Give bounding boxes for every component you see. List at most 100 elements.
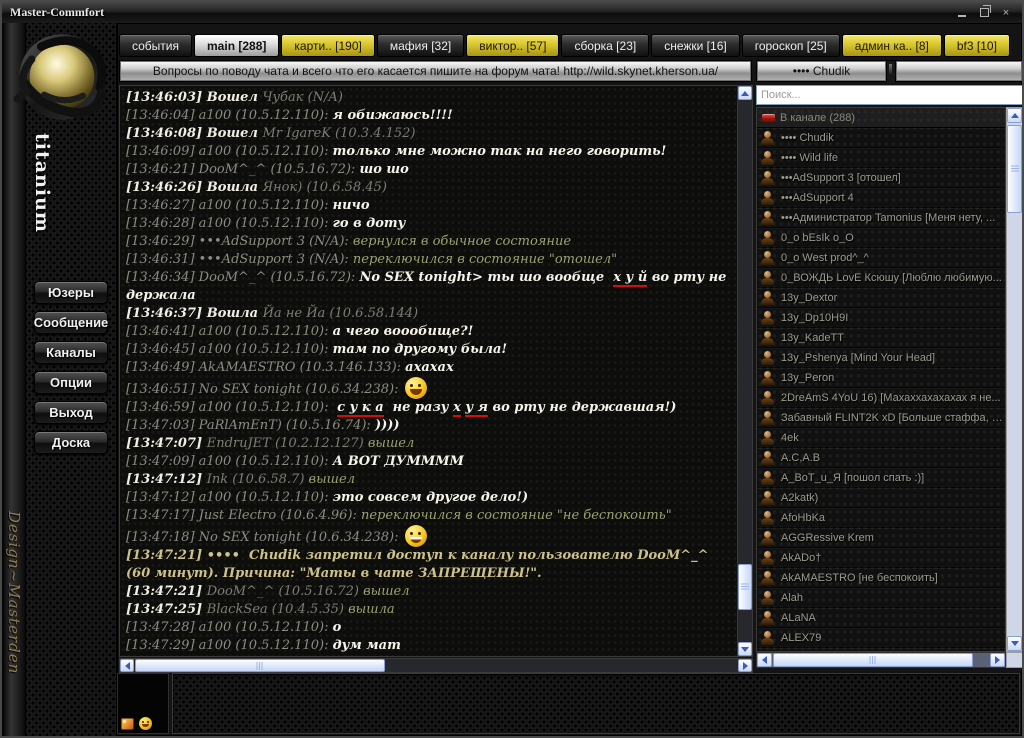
user-list-item[interactable]: 4ek xyxy=(757,428,1005,448)
minimize-icon xyxy=(958,15,966,17)
arrow-up-icon xyxy=(741,91,749,96)
avatar-bust-icon xyxy=(760,230,775,246)
user-list-item[interactable]: A.C,A.B xyxy=(757,448,1005,468)
app-window: Master-Commfort × Design~Masterden xyxy=(0,0,1024,738)
arrow-down-icon xyxy=(741,647,749,652)
chat-message: [13:46:34] DooM^_^ (10.5.16.72): No SEX … xyxy=(126,269,731,305)
chat-message: [13:47:28] a100 (10.5.12.110): о xyxy=(126,619,731,637)
sidebar-button[interactable]: Доска xyxy=(34,431,108,454)
scroll-down-button[interactable] xyxy=(738,642,752,656)
user-list-item[interactable]: ALEX79 xyxy=(757,628,1005,648)
user-list: •••• Chudik•••• Wild life•••AdSupport 3 … xyxy=(757,128,1005,652)
avatar-bust-icon xyxy=(760,550,775,566)
user-list-item[interactable]: •••AdSupport 3 [отошел] xyxy=(757,168,1005,188)
scroll-right-button[interactable] xyxy=(990,653,1005,667)
user-list-item[interactable]: 13y_Dextor xyxy=(757,288,1005,308)
chat-message: [13:47:21] •••• Chudik запретил доступ к… xyxy=(126,547,731,583)
scroll-left-button[interactable] xyxy=(120,659,134,672)
avatar-bust-icon xyxy=(760,410,775,426)
chat-message: [13:46:08] Вошел Mr IgareK (10.3.4.152) xyxy=(126,125,731,143)
image-button[interactable] xyxy=(121,718,134,730)
restore-button[interactable] xyxy=(976,6,992,20)
scroll-left-button[interactable] xyxy=(757,653,772,667)
user-list-item[interactable]: 13y_KadeTT xyxy=(757,328,1005,348)
minimize-button[interactable] xyxy=(954,6,970,20)
close-button[interactable]: × xyxy=(998,6,1014,20)
tab-channel[interactable]: сборка [23] xyxy=(561,34,649,57)
chat-log[interactable]: [13:46:03] Вошел Чубак (N/A)[13:46:04] a… xyxy=(119,85,737,657)
chat-message: [13:46:03] Вошел Чубак (N/A) xyxy=(126,89,731,107)
scroll-up-button[interactable] xyxy=(738,86,752,100)
user-list-item[interactable]: AGGRessive Krem xyxy=(757,528,1005,548)
user-list-item[interactable]: 13y_Peron xyxy=(757,368,1005,388)
scroll-down-button[interactable] xyxy=(1007,636,1022,651)
tab-channel[interactable]: снежки [16] xyxy=(651,34,740,57)
chat-message: [13:46:26] Вошла Янок) (10.6.58.45) xyxy=(126,179,731,197)
smiley-emoticon xyxy=(405,377,427,399)
chat-message: [13:46:51] No SEX tonight (10.6.34.238): xyxy=(126,377,731,399)
user-list-item[interactable]: 13y_Pshenya [Mind Your Head] xyxy=(757,348,1005,368)
tab-channel[interactable]: main [288] xyxy=(194,34,279,57)
avatar-bust-icon xyxy=(760,630,775,646)
avatar-bust-icon xyxy=(760,370,775,386)
chat-message: [13:47:12] Ink (10.6.58.7) вышел xyxy=(126,471,731,489)
arrow-up-icon xyxy=(1011,113,1019,118)
chat-message: [13:46:27] a100 (10.5.12.110): ничо xyxy=(126,197,731,215)
user-list-item[interactable]: AkADo† xyxy=(757,548,1005,568)
arrow-right-icon xyxy=(743,662,748,670)
user-list-item[interactable]: Alah xyxy=(757,588,1005,608)
userlist-scroll-thumb[interactable] xyxy=(1007,125,1022,213)
userlist-scrollbar-horizontal[interactable] xyxy=(756,652,1006,668)
message-input[interactable] xyxy=(117,673,169,734)
user-list-item[interactable]: AkAMAESTRO [не беспокоить] xyxy=(757,568,1005,588)
user-list-item[interactable]: •••Администратор Tamonius [Меня нету, ..… xyxy=(757,208,1005,228)
sidebar-button[interactable]: Юзеры xyxy=(34,281,108,304)
user-list-item[interactable]: Забавный FLINT2K xD [Больше стаффа, м... xyxy=(757,408,1005,428)
user-list-item[interactable]: 0_o West prod^_^ xyxy=(757,248,1005,268)
avatar-bust-icon xyxy=(760,510,775,526)
tab-channel[interactable]: админ ка.. [8] xyxy=(842,34,942,57)
user-list-item[interactable]: A_BoT_u_Я [пошол спать :)] xyxy=(757,468,1005,488)
user-list-item[interactable]: ALaNA xyxy=(757,608,1005,628)
avatar-bust-icon xyxy=(760,390,775,406)
chat-hscroll-thumb[interactable] xyxy=(135,659,385,672)
chat-scrollbar-horizontal[interactable] xyxy=(119,658,753,673)
chat-scroll-thumb[interactable] xyxy=(738,564,752,610)
user-list-item[interactable]: •••• Chudik xyxy=(757,128,1005,148)
smiley-emoticon xyxy=(405,525,427,547)
user-search-input[interactable] xyxy=(756,85,1023,105)
self-user-dropdown[interactable]: •••• Chudik xyxy=(756,60,887,82)
avatar-bust-icon xyxy=(760,490,775,506)
sidebar-button[interactable]: Выход xyxy=(34,401,108,424)
titanium-logo-icon xyxy=(9,31,115,125)
tab-channel[interactable]: мафия [32] xyxy=(377,34,464,57)
chat-scrollbar-vertical[interactable] xyxy=(737,85,753,657)
user-list-item[interactable]: 2DreAmS 4YoU 16) [Махаххахахахах я не... xyxy=(757,388,1005,408)
user-list-item[interactable]: •••AdSupport 4 xyxy=(757,188,1005,208)
user-list-item[interactable]: 0_ВОЖДЬ LovE Ксюшу [Люблю любимую... xyxy=(757,268,1005,288)
sidebar-button[interactable]: Сообщение xyxy=(34,311,108,334)
header-extra-dropdown[interactable] xyxy=(895,60,1023,82)
user-list-item[interactable]: A2katk) xyxy=(757,488,1005,508)
topic-bar: Вопросы по поводу чата и всего что его к… xyxy=(119,60,752,82)
sidebar-button[interactable]: Каналы xyxy=(34,341,108,364)
userlist-scrollbar-vertical[interactable] xyxy=(1006,107,1023,652)
emoticon-button[interactable] xyxy=(139,717,152,730)
arrow-left-icon xyxy=(125,662,130,670)
scroll-up-button[interactable] xyxy=(1007,108,1022,123)
user-list-item[interactable]: 13y_Dp10H9I xyxy=(757,308,1005,328)
tab-channel[interactable]: виктор.. [57] xyxy=(466,34,559,57)
user-list-item[interactable]: AfoHbKa xyxy=(757,508,1005,528)
input-toolbar xyxy=(121,717,152,730)
scroll-right-button[interactable] xyxy=(738,659,752,672)
avatar-bust-icon xyxy=(760,570,775,586)
tab-channel[interactable]: карти.. [190] xyxy=(281,34,375,57)
userlist-hscroll-thumb[interactable] xyxy=(773,653,973,667)
tab-channel[interactable]: события xyxy=(119,34,192,57)
user-list-item[interactable]: 0_o bEsIk o_O xyxy=(757,228,1005,248)
user-list-item[interactable]: •••• Wild life xyxy=(757,148,1005,168)
tab-channel[interactable]: гороскоп [25] xyxy=(742,34,840,57)
tab-channel[interactable]: bf3 [10] xyxy=(944,34,1010,57)
chat-message: [13:46:41] a100 (10.5.12.110): а чего во… xyxy=(126,323,731,341)
sidebar-button[interactable]: Опции xyxy=(34,371,108,394)
